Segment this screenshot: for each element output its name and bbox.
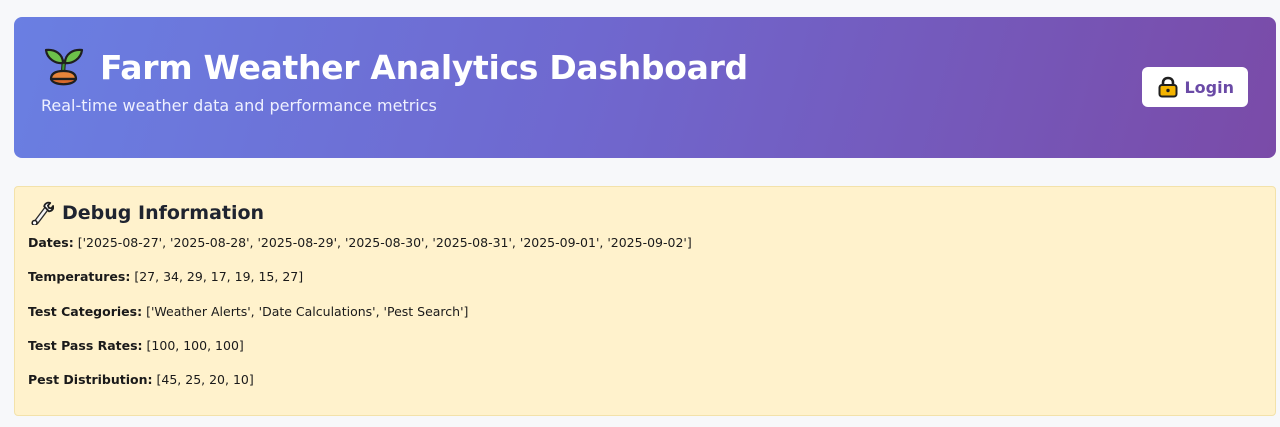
debug-line-temperatures: Temperatures: [27, 34, 29, 17, 19, 15, 2… bbox=[28, 269, 303, 284]
debug-line-test-pass-rates: Test Pass Rates: [100, 100, 100] bbox=[28, 338, 244, 353]
debug-value: [45, 25, 20, 10] bbox=[156, 372, 254, 387]
debug-value: ['2025-08-27', '2025-08-28', '2025-08-29… bbox=[77, 235, 692, 250]
debug-line-test-categories: Test Categories: ['Weather Alerts', 'Dat… bbox=[28, 304, 468, 319]
debug-value: [27, 34, 29, 17, 19, 15, 27] bbox=[134, 269, 304, 284]
page-title: Farm Weather Analytics Dashboard bbox=[100, 47, 748, 87]
seedling-icon bbox=[44, 48, 84, 86]
wrench-icon bbox=[31, 201, 54, 225]
title-row: Farm Weather Analytics Dashboard bbox=[42, 45, 748, 89]
login-button[interactable]: Login bbox=[1142, 67, 1248, 107]
debug-title-row: Debug Information bbox=[30, 201, 264, 225]
page-subtitle: Real-time weather data and performance m… bbox=[41, 96, 437, 115]
dashboard-header: Farm Weather Analytics Dashboard Real-ti… bbox=[14, 17, 1276, 158]
debug-label: Temperatures: bbox=[28, 269, 131, 284]
debug-value: [100, 100, 100] bbox=[146, 338, 244, 353]
debug-title: Debug Information bbox=[62, 202, 265, 224]
debug-line-pest-distribution: Pest Distribution: [45, 25, 20, 10] bbox=[28, 372, 254, 387]
debug-label: Dates: bbox=[28, 235, 74, 250]
login-label: Login bbox=[1184, 77, 1234, 97]
debug-panel: Debug Information Dates: ['2025-08-27', … bbox=[14, 186, 1276, 416]
lock-icon bbox=[1158, 76, 1178, 98]
debug-label: Test Categories: bbox=[28, 304, 143, 319]
debug-label: Test Pass Rates: bbox=[28, 338, 143, 353]
debug-line-dates: Dates: ['2025-08-27', '2025-08-28', '202… bbox=[28, 235, 692, 250]
debug-value: ['Weather Alerts', 'Date Calculations', … bbox=[146, 304, 469, 319]
debug-label: Pest Distribution: bbox=[28, 372, 153, 387]
